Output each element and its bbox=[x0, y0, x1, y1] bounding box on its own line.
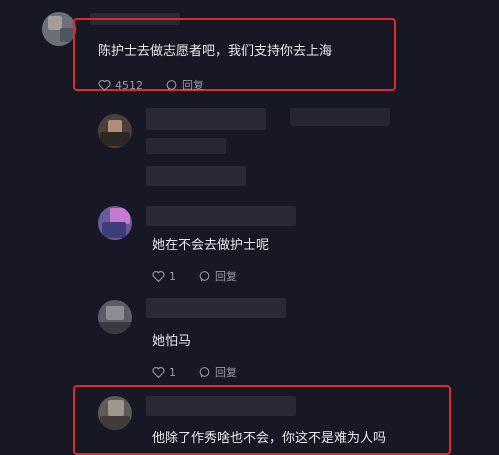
comment-text: 她怕⻢ bbox=[152, 334, 192, 349]
like-count: 4512 bbox=[115, 78, 143, 92]
username-blurred[interactable] bbox=[146, 396, 296, 416]
like-count: 1 bbox=[169, 269, 176, 283]
comment-actions: 1 回复 bbox=[152, 268, 237, 284]
reply-icon[interactable] bbox=[165, 79, 178, 92]
avatar[interactable] bbox=[98, 300, 132, 334]
avatar[interactable] bbox=[98, 114, 132, 148]
avatar[interactable] bbox=[42, 12, 76, 46]
comment-actions: 4512 回复 bbox=[98, 77, 204, 93]
heart-icon[interactable] bbox=[152, 270, 165, 282]
avatar[interactable] bbox=[98, 396, 132, 430]
comment-text: 他除了作秀啥也不会，你这不是难为人吗 bbox=[152, 431, 387, 446]
comment-text: 她在不会去做护士呢 bbox=[152, 238, 270, 253]
heart-icon[interactable] bbox=[98, 79, 111, 91]
heart-icon[interactable] bbox=[152, 366, 165, 378]
avatar[interactable] bbox=[98, 206, 132, 240]
comment-text: 陈护士去做志愿者吧，我们支持你去上海 bbox=[98, 44, 333, 59]
reply-icon[interactable] bbox=[198, 366, 211, 379]
reply-icon[interactable] bbox=[198, 270, 211, 283]
reply-button[interactable]: 回复 bbox=[215, 364, 237, 380]
username-blurred[interactable] bbox=[146, 108, 266, 130]
reply-button[interactable]: 回复 bbox=[215, 268, 237, 284]
comment-actions: 1 回复 bbox=[152, 364, 237, 380]
like-count: 1 bbox=[169, 365, 176, 379]
reply-button[interactable]: 回复 bbox=[182, 77, 204, 93]
username-blurred[interactable] bbox=[146, 206, 296, 226]
username-blurred[interactable] bbox=[146, 298, 286, 318]
